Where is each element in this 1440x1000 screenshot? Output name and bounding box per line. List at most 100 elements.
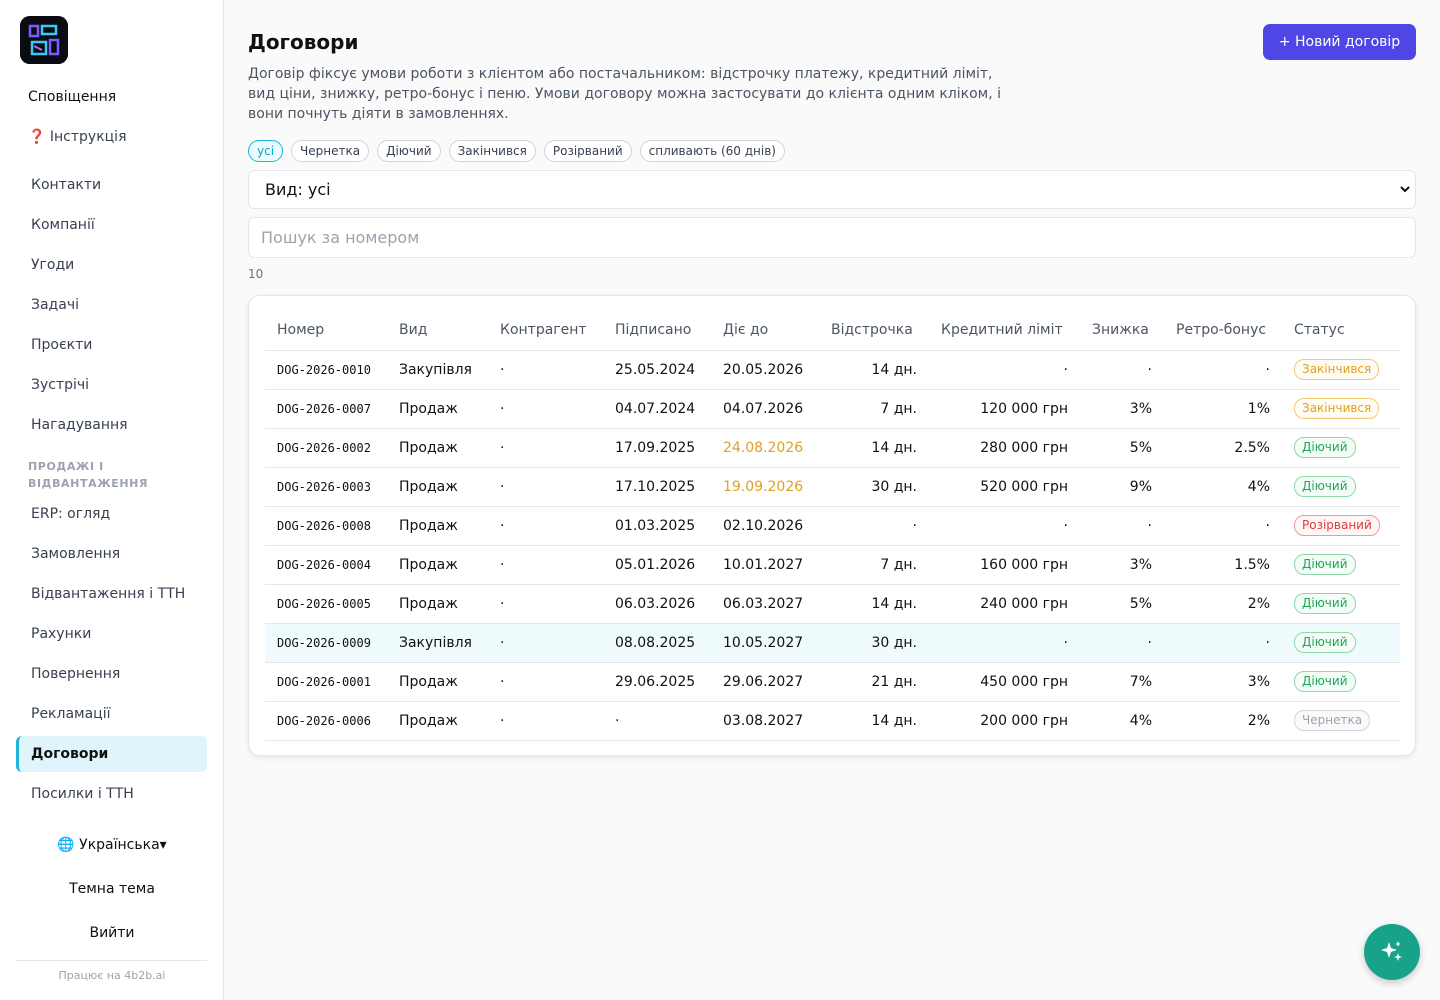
cell-retro-bonus: · — [1164, 623, 1282, 663]
column-header-counterparty[interactable]: Контрагент — [488, 311, 603, 351]
status-badge: Діючий — [1294, 593, 1356, 614]
sidebar-item-companies[interactable]: Компанії — [16, 207, 207, 243]
sidebar-item-projects[interactable]: Проєкти — [16, 327, 207, 363]
sidebar-item-invoices[interactable]: Рахунки — [16, 616, 207, 652]
table-row[interactable]: DOG-2026-0004 Продаж · 05.01.2026 10.01.2027… — [265, 545, 1400, 585]
cell-counterparty: · — [488, 662, 603, 702]
table-row[interactable]: DOG-2026-0003 Продаж · 17.10.2025 19.09.2026… — [265, 467, 1400, 507]
cell-signed: 08.08.2025 — [603, 623, 711, 663]
sidebar-item-tasks[interactable]: Задачі — [16, 287, 207, 323]
sidebar-item-reminders[interactable]: Нагадування — [16, 407, 207, 443]
cell-discount: · — [1080, 506, 1164, 546]
filter-chip-draft[interactable]: Чернетка — [291, 140, 370, 162]
contracts-table: Номер Вид Контрагент Підписано Діє до Ві… — [265, 311, 1400, 741]
table-row[interactable]: DOG-2026-0002 Продаж · 17.09.2025 24.08.2026… — [265, 428, 1400, 468]
sidebar-item-erp-overview[interactable]: ERP: огляд — [16, 496, 207, 532]
sparkle-icon — [1381, 941, 1402, 961]
cell-status: Діючий — [1282, 428, 1400, 468]
search-input[interactable] — [248, 217, 1416, 258]
cell-deferral: · — [819, 506, 929, 546]
type-select[interactable]: Вид: усі — [248, 170, 1416, 209]
column-header-type[interactable]: Вид — [387, 311, 488, 351]
cell-deferral: 7 дн. — [819, 545, 929, 585]
table-row[interactable]: DOG-2026-0005 Продаж · 06.03.2026 06.03.2027… — [265, 584, 1400, 624]
cell-status: Діючий — [1282, 662, 1400, 702]
filter-chip-terminated[interactable]: Розірваний — [543, 140, 632, 162]
status-badge: Діючий — [1294, 476, 1356, 497]
ai-assistant-button[interactable] — [1364, 924, 1420, 980]
table-row[interactable]: DOG-2026-0006 Продаж · · 03.08.2027 14 дн. 200… — [265, 701, 1400, 741]
cell-valid-until: 10.05.2027 — [711, 623, 819, 663]
sidebar-item-returns[interactable]: Повернення — [16, 656, 207, 692]
cell-valid-until: 24.08.2026 — [711, 428, 819, 468]
cell-deferral: 14 дн. — [819, 584, 929, 624]
cell-number: DOG-2026-0002 — [265, 428, 387, 468]
cell-number: DOG-2026-0004 — [265, 545, 387, 585]
column-header-signed[interactable]: Підписано — [603, 311, 711, 351]
cell-discount: 4% — [1080, 701, 1164, 741]
page-description: Договір фіксує умови роботи з клієнтом а… — [248, 66, 1002, 122]
sidebar-item-contracts[interactable]: Договори — [16, 736, 207, 772]
table-row[interactable]: DOG-2026-0010 Закупівля · 25.05.2024 20.05.2… — [265, 350, 1400, 390]
cell-deferral: 30 дн. — [819, 623, 929, 663]
contracts-table-card: Номер Вид Контрагент Підписано Діє до Ві… — [248, 295, 1416, 756]
table-row[interactable]: DOG-2026-0009 Закупівля · 08.08.2025 10.05.2… — [265, 623, 1400, 663]
cell-counterparty: · — [488, 506, 603, 546]
filter-chip-expiring[interactable]: спливають (60 днів) — [639, 140, 785, 162]
cell-retro-bonus: 1.5% — [1164, 545, 1282, 585]
table-row[interactable]: DOG-2026-0008 Продаж · 01.03.2025 02.10.2026… — [265, 506, 1400, 546]
cell-discount: 7% — [1080, 662, 1164, 702]
instructions-link[interactable]: ❓ Інструкція — [28, 129, 127, 145]
cell-status: Закінчився — [1282, 350, 1400, 390]
filter-chip-ended[interactable]: Закінчився — [448, 140, 536, 162]
language-select[interactable]: 🌐 Українська▾ — [0, 837, 224, 853]
cell-status: Закінчився — [1282, 389, 1400, 429]
status-badge: Закінчився — [1294, 398, 1380, 419]
app-logo[interactable] — [20, 16, 68, 64]
cell-counterparty: · — [488, 467, 603, 507]
powered-by: Працює на 4b2b.ai — [58, 969, 166, 982]
cell-deferral: 14 дн. — [819, 428, 929, 468]
column-header-credit-limit[interactable]: Кредитний ліміт — [929, 311, 1080, 351]
dark-theme-toggle[interactable]: Темна тема — [0, 881, 224, 897]
status-badge: Чернетка — [1294, 710, 1371, 731]
sidebar-item-shipments[interactable]: Відвантаження і ТТН — [16, 576, 207, 612]
cell-status: Діючий — [1282, 545, 1400, 585]
column-header-status[interactable]: Статус — [1282, 311, 1400, 351]
sidebar-divider — [16, 960, 207, 961]
cell-deferral: 21 дн. — [819, 662, 929, 702]
logout-button[interactable]: Вийти — [0, 925, 224, 941]
cell-discount: · — [1080, 623, 1164, 663]
cell-valid-until: 04.07.2026 — [711, 389, 819, 429]
column-header-retro-bonus[interactable]: Ретро-бонус — [1164, 311, 1282, 351]
cell-counterparty: · — [488, 389, 603, 429]
cell-counterparty: · — [488, 428, 603, 468]
cell-deferral: 30 дн. — [819, 467, 929, 507]
new-contract-button[interactable]: + Новий договір — [1263, 24, 1416, 60]
table-row[interactable]: DOG-2026-0001 Продаж · 29.06.2025 29.06.2027… — [265, 662, 1400, 702]
cell-type: Закупівля — [387, 623, 488, 663]
column-header-number[interactable]: Номер — [265, 311, 387, 351]
sidebar-item-contacts[interactable]: Контакти — [16, 167, 207, 203]
sidebar-item-complaints[interactable]: Рекламації — [16, 696, 207, 732]
sidebar-item-deals[interactable]: Угоди — [16, 247, 207, 283]
cell-number: DOG-2026-0008 — [265, 506, 387, 546]
column-header-deferral[interactable]: Відстрочка — [819, 311, 929, 351]
cell-valid-until: 29.06.2027 — [711, 662, 819, 702]
cell-discount: 5% — [1080, 428, 1164, 468]
sidebar-item-parcels[interactable]: Посилки і ТТН — [16, 776, 207, 812]
table-row[interactable]: DOG-2026-0007 Продаж · 04.07.2024 04.07.2026… — [265, 389, 1400, 429]
column-header-valid-until[interactable]: Діє до — [711, 311, 819, 351]
filter-chip-all[interactable]: усі — [248, 140, 284, 162]
filter-chip-active[interactable]: Діючий — [377, 140, 441, 162]
notifications-link[interactable]: Сповіщення — [28, 89, 116, 105]
cell-status: Діючий — [1282, 584, 1400, 624]
status-badge: Діючий — [1294, 554, 1356, 575]
type-select-value: Вид: усі — [265, 180, 331, 199]
column-header-discount[interactable]: Знижка — [1080, 311, 1164, 351]
cell-counterparty: · — [488, 623, 603, 663]
cell-credit-limit: 200 000 грн — [929, 701, 1080, 741]
sidebar-item-orders[interactable]: Замовлення — [16, 536, 207, 572]
cell-counterparty: · — [488, 545, 603, 585]
sidebar-item-meetings[interactable]: Зустрічі — [16, 367, 207, 403]
